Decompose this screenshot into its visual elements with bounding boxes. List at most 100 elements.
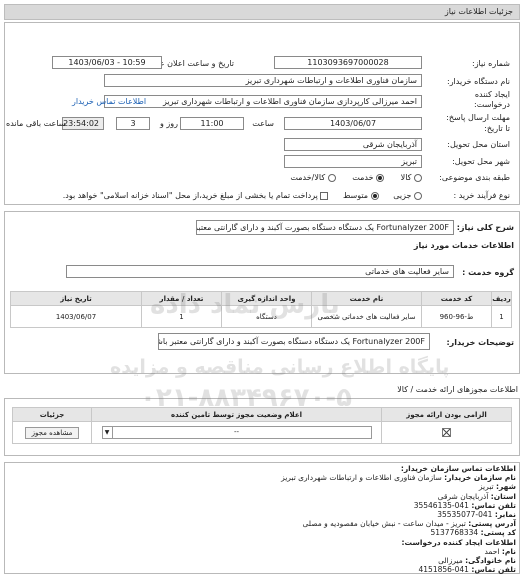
deadline-time-field: 11:00 xyxy=(180,117,244,130)
license-required-checkbox xyxy=(442,428,451,437)
cell-license-required xyxy=(381,421,512,444)
chevron-down-icon: ▼ xyxy=(103,427,113,438)
license-status-select[interactable]: -- ▼ xyxy=(101,426,372,439)
buyer-org-label: نام دستگاه خریدار: xyxy=(447,77,510,86)
contact-line: شهر: تبریز xyxy=(16,482,516,491)
contact-line-label: آدرس پستی: xyxy=(468,519,516,529)
cell-service-code: ط-96-960 xyxy=(421,305,492,328)
contact-line: تلفن تماس: 041-4151856 xyxy=(16,565,517,575)
cell-row: 1 xyxy=(491,305,512,328)
deadline-date-field: 1403/06/07 xyxy=(284,117,422,130)
contact-line-value: میرزالی xyxy=(438,556,463,566)
contact-line: کد پستی: 5137768334 xyxy=(16,528,516,537)
category-radio-service[interactable] xyxy=(376,173,385,182)
creator-label-2: درخواست: xyxy=(474,100,510,109)
category-radio-goods[interactable] xyxy=(414,173,422,182)
services-table-header: ردیف کد خدمت نام خدمت واحد اندازه گیری ت… xyxy=(10,291,512,306)
category-option-service: خدمت xyxy=(352,173,374,182)
buyer-notes-field: Fortunalyzer 200F یک دستگاه دستگاه بصورت… xyxy=(158,333,430,350)
summary-label: شرح کلی نیاز: xyxy=(456,223,514,232)
category-option-goods-service: کالا/خدمت xyxy=(290,173,326,182)
contact-line-value: 041-4151856 xyxy=(418,565,469,575)
need-number-label: شماره نیاز: xyxy=(472,59,510,68)
cell-license-status: -- ▼ xyxy=(91,421,382,444)
contact-line: نام: احمد xyxy=(16,547,516,556)
col-license-status: اعلام وضعیت مجوز توسط تامین کننده xyxy=(91,407,382,422)
province-label: استان محل تحویل: xyxy=(447,140,510,149)
city-label: شهر محل تحویل: xyxy=(452,157,510,166)
col-license-required: الزامی بودن ارائه مجوز xyxy=(381,407,512,422)
docs-table-header: الزامی بودن ارائه مجوز اعلام وضعیت مجوز … xyxy=(12,407,512,422)
contact-line: نمابر: 041-35535077 xyxy=(16,510,516,519)
contact-line-label: تلفن تماس: xyxy=(471,565,516,575)
license-status-value: -- xyxy=(233,428,240,436)
contact-line-value: آذربایجان شرقی xyxy=(437,491,489,501)
services-table: ردیف کد خدمت نام خدمت واحد اندازه گیری ت… xyxy=(10,291,512,328)
contact-info: اطلاعات تماس سازمان خریدار: نام سازمان خ… xyxy=(16,464,516,574)
contact-title: اطلاعات تماس سازمان خریدار: xyxy=(400,464,516,473)
contact-line: استان: آذربایجان شرقی xyxy=(16,492,516,501)
col-need-date: تاریخ نیاز xyxy=(10,291,142,306)
cell-unit: دستگاه xyxy=(221,305,312,328)
deadline-time-label: ساعت xyxy=(252,119,274,128)
contact-line-label: استان: xyxy=(490,491,516,501)
contact-line-label: تلفن تماس: xyxy=(471,500,516,510)
contact-line-label: کد پستی: xyxy=(480,528,516,538)
category-radio-goods-service[interactable] xyxy=(327,173,336,182)
contact-line: تلفن تماس: 041-35546135 xyxy=(16,501,516,510)
col-service-name: نام خدمت xyxy=(311,291,422,306)
docs-table: الزامی بودن ارائه مجوز اعلام وضعیت مجوز … xyxy=(12,407,512,444)
contact-line-value: 041-35535077 xyxy=(437,510,493,520)
contact-line-value: احمد xyxy=(484,546,500,556)
purchase-radio-minor[interactable] xyxy=(414,191,422,200)
table-row: 1 ط-96-960 سایر فعالیت های خدماتی شخصی د… xyxy=(10,305,512,328)
col-row: ردیف xyxy=(491,291,512,306)
contact-line-value: سازمان فناوری اطلاعات و ارتباطات شهرداری… xyxy=(281,473,442,483)
table-row: -- ▼ مشاهده مجوز xyxy=(12,421,512,444)
category-label: طبقه بندی موضوعی: xyxy=(439,173,510,182)
contact-line-value: 5137768334 xyxy=(430,528,479,538)
cell-service-name: سایر فعالیت های خدماتی شخصی xyxy=(311,305,422,328)
city-field: تبریز xyxy=(284,155,422,168)
docs-title: اطلاعات مجوزهای ارائه خدمت / کالا xyxy=(397,385,518,394)
cell-quantity: 1 xyxy=(141,305,222,328)
contact-line-label: شهر: xyxy=(496,482,516,492)
treasury-checkbox[interactable] xyxy=(320,191,329,200)
creator-field: احمد میرزالی کارپردازی سازمان فناوری اطل… xyxy=(104,95,422,108)
remaining-label: ساعت باقی مانده xyxy=(6,119,66,128)
remaining-field: 23:54:02 xyxy=(62,117,104,130)
contact-line-label: نمابر: xyxy=(494,510,516,520)
contact-line: آدرس پستی: تبریز - میدان ساعت - نبش خیاب… xyxy=(16,519,516,528)
purchase-radio-medium[interactable] xyxy=(370,191,379,200)
service-group-field: سایر فعالیت های خدماتی xyxy=(66,265,454,278)
category-option-goods: کالا xyxy=(400,173,412,182)
purchase-option-minor: جزیی xyxy=(393,191,412,200)
contact-line-value: تبریز - میدان ساعت - نبش خیابان مقصودیه … xyxy=(302,519,466,529)
col-unit: واحد اندازه گیری xyxy=(221,291,312,306)
contact-line-label: نام خانوادگی: xyxy=(465,556,516,566)
contact-line-label: نام: xyxy=(501,546,516,556)
contact-line-value: تبریز xyxy=(478,482,494,492)
cell-need-date: 1403/06/07 xyxy=(10,305,142,328)
category-options: کالا خدمت کالا/خدمت xyxy=(290,172,422,184)
col-quantity: تعداد / مقدار xyxy=(141,291,222,306)
days-field: 3 xyxy=(116,117,150,130)
need-number-field: 1103093697000028 xyxy=(274,56,422,69)
cross-icon xyxy=(442,428,451,437)
purchase-label: نوع فرآیند خرید : xyxy=(453,191,510,200)
service-group-label: گروه خدمت : xyxy=(462,268,514,277)
contact-line: نام خانوادگی: میرزالی xyxy=(16,556,516,565)
treasury-note: پرداخت تمام یا بخشی از مبلغ خرید،از محل … xyxy=(62,191,318,200)
cell-details: مشاهده مجوز xyxy=(12,421,92,444)
contact-line: نام سازمان خریدار: سازمان فناوری اطلاعات… xyxy=(16,473,516,482)
contact-line-value: 041-35546135 xyxy=(413,500,469,510)
services-info-title: اطلاعات خدمات مورد نیاز xyxy=(413,241,514,250)
col-service-code: کد خدمت xyxy=(421,291,492,306)
announce-date-field: 1403/06/03 - 10:59 xyxy=(52,56,162,69)
page-header: جزئیات اطلاعات نیاز xyxy=(4,4,520,20)
view-license-button[interactable]: مشاهده مجوز xyxy=(24,426,80,439)
province-field: آذربایجان شرقی xyxy=(284,138,422,151)
contact-line: اطلاعات ایجاد کننده درخواست: xyxy=(16,538,517,547)
buyer-contact-link[interactable]: اطلاعات تماس خریدار xyxy=(72,96,146,108)
contact-line-label: نام سازمان خریدار: xyxy=(444,473,516,483)
